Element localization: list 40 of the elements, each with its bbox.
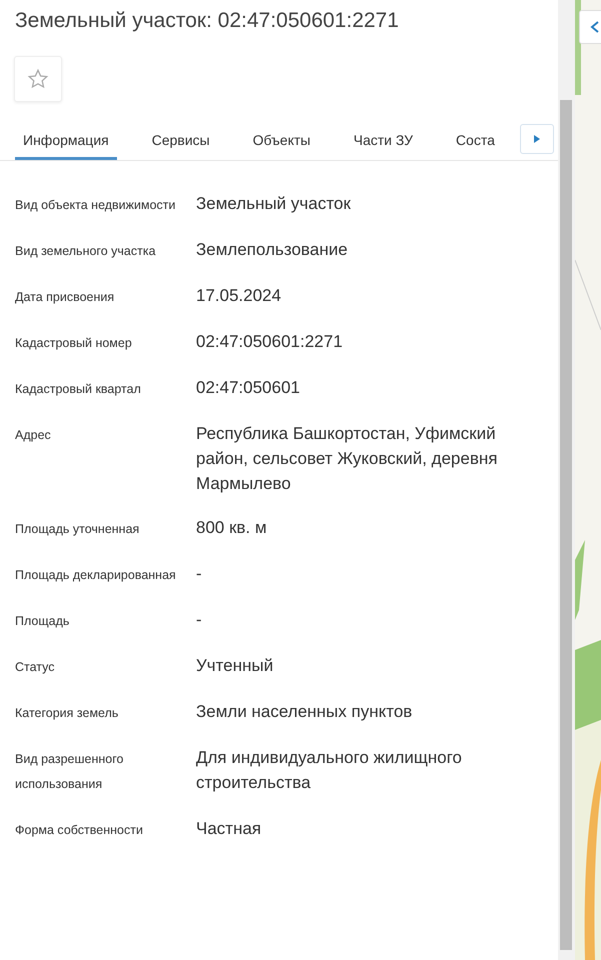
tab[interactable]: Сервисы — [144, 122, 218, 160]
field-label: Вид земельного участка — [15, 243, 157, 260]
field-label: Кадастровый номер — [15, 335, 133, 352]
collapse-button[interactable] — [579, 10, 601, 44]
field-value: - — [196, 609, 203, 631]
field-label: Категория земель — [15, 705, 120, 722]
field-label: Кадастровый квартал — [15, 381, 142, 398]
caret-icon — [590, 21, 600, 33]
tab[interactable]: Соста — [448, 122, 503, 160]
field-label: Адрес — [15, 427, 52, 444]
star-icon — [27, 68, 49, 90]
field-value: 02:47:050601 — [196, 377, 301, 399]
field-label: Площадь — [15, 613, 70, 630]
favorite-button[interactable] — [14, 56, 62, 102]
field-value: Земельный участок — [196, 193, 352, 215]
field-label: Вид разрешенного использования — [15, 751, 124, 793]
page-title: Земельный участок: 02:47:050601:2271 — [15, 8, 400, 34]
tab[interactable]: Объекты — [244, 122, 318, 160]
scrollbar[interactable] — [558, 0, 575, 960]
field-label: Вид объекта недвижимости — [15, 197, 177, 214]
scroll-right-button[interactable] — [520, 124, 554, 154]
tab[interactable]: Информация — [15, 122, 117, 160]
field-value: Частная — [196, 818, 262, 840]
field-value: 17.05.2024 — [196, 285, 282, 307]
field-value: Земли населенных пунктов — [196, 701, 414, 723]
caret-icon — [534, 135, 540, 143]
field-label: Форма собственности — [15, 822, 144, 839]
scrollbar-thumb[interactable] — [560, 100, 572, 950]
field-value: Республика Башкортостан, Уфимский район, сельсовет Жуковский, деревня Мармылево — [196, 423, 498, 495]
field-label: Площадь уточненная — [15, 521, 140, 538]
field-label: Статус — [15, 659, 56, 676]
field-value: Учтенный — [196, 655, 274, 677]
field-value: 02:47:050601:2271 — [196, 331, 344, 353]
field-value: Землепользование — [196, 239, 349, 261]
field-label: Площадь декларированная — [15, 567, 177, 584]
field-value: 800 кв. м — [196, 517, 268, 539]
field-value: Для индивидуального жилищного строительства — [196, 747, 463, 794]
tab[interactable]: Части ЗУ — [345, 122, 421, 160]
field-value: - — [196, 563, 203, 585]
field-label: Дата присвоения — [15, 289, 116, 306]
